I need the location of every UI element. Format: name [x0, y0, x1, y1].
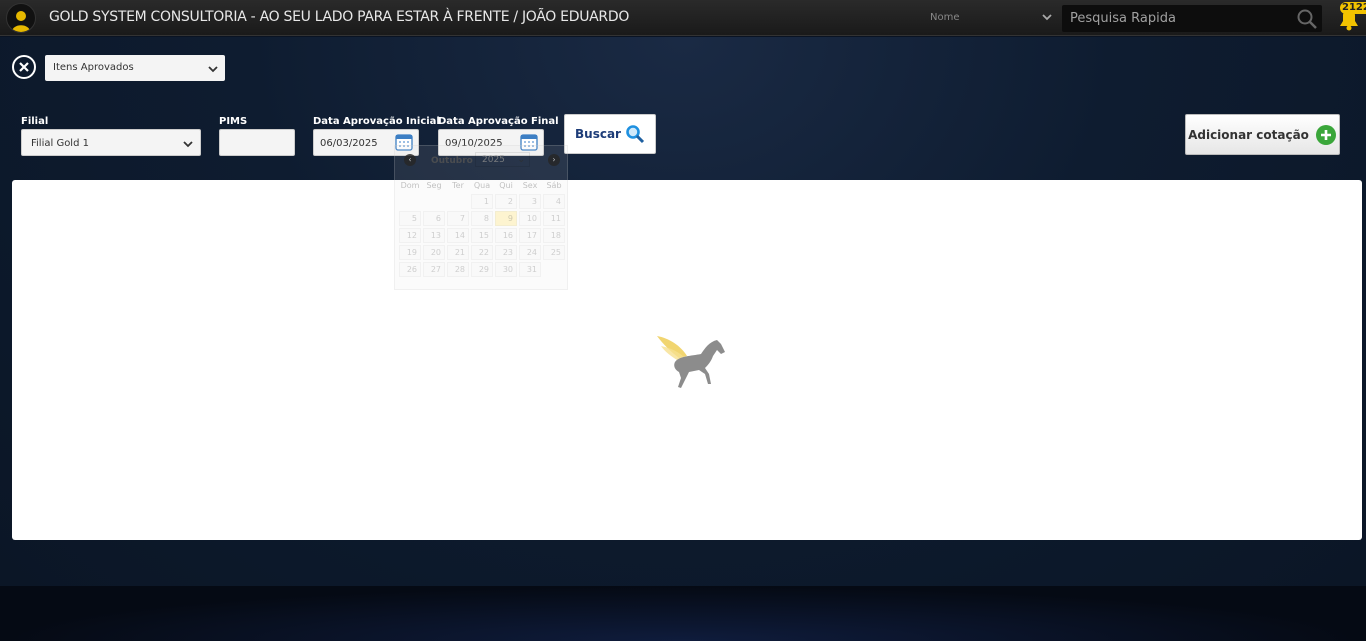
datepicker-week: 19 20 21 22 23 24 25 — [399, 245, 565, 260]
search-input[interactable] — [1062, 5, 1292, 32]
pegasus-loading-icon — [657, 336, 725, 388]
filial-select[interactable]: Filial Gold 1 — [21, 129, 201, 156]
close-icon — [19, 62, 29, 72]
view-select[interactable]: Itens Aprovados — [45, 55, 225, 81]
weekday-header: Qui — [499, 180, 513, 190]
datepicker-day[interactable]: 22 — [471, 245, 493, 260]
datepicker-day[interactable]: 17 — [519, 228, 541, 243]
search-button-label: Buscar — [575, 127, 621, 141]
search-type-value: Nome — [930, 12, 960, 23]
datepicker-day[interactable]: 21 — [447, 245, 469, 260]
datepicker-day[interactable]: 11 — [543, 211, 565, 226]
datepicker-day[interactable]: 10 — [519, 211, 541, 226]
user-avatar[interactable] — [6, 3, 36, 33]
filial-value: Filial Gold 1 — [31, 138, 89, 149]
datepicker-week: 5 6 7 8 9 10 11 — [399, 211, 565, 226]
datepicker-day[interactable]: 18 — [543, 228, 565, 243]
datepicker-week: 1234 — [399, 194, 565, 209]
datepicker-day[interactable]: 26 — [399, 262, 421, 277]
view-select-value: Itens Aprovados — [53, 62, 134, 73]
datepicker-day[interactable]: 1 — [471, 194, 493, 209]
datepicker-day[interactable]: 27 — [423, 262, 445, 277]
add-quote-label: Adicionar cotação — [1188, 127, 1309, 142]
datepicker-day[interactable]: 24 — [519, 245, 541, 260]
date-start-label: Data Aprovação Inicial — [313, 116, 440, 127]
close-button[interactable] — [12, 55, 36, 79]
datepicker-week: 26 27 28 29 30 31 — [399, 262, 565, 277]
footer-background — [0, 586, 1366, 641]
filial-label: Filial — [21, 116, 49, 127]
next-month-button[interactable]: › — [548, 154, 560, 166]
datepicker-day[interactable]: 29 — [471, 262, 493, 277]
datepicker-day[interactable]: 20 — [423, 245, 445, 260]
top-bar: GOLD SYSTEM CONSULTORIA - AO SEU LADO PA… — [0, 0, 1366, 36]
datepicker-day[interactable]: 7 — [447, 211, 469, 226]
date-start-value: 06/03/2025 — [320, 138, 378, 149]
datepicker-day[interactable]: 14 — [447, 228, 469, 243]
datepicker-day[interactable]: 5 — [399, 211, 421, 226]
datepicker-day[interactable]: 4 — [543, 194, 565, 209]
datepicker-popup: ‹ Outubro 2025 ⌄ › Dom Seg Ter Qua Qui Sex Sáb… — [394, 145, 568, 290]
chevron-down-icon: ⌄ — [517, 155, 525, 165]
weekday-header: Dom — [400, 180, 420, 190]
datepicker-empty-cell — [447, 194, 469, 209]
datepicker-day[interactable]: 13 — [423, 228, 445, 243]
weekday-header: Seg — [426, 180, 442, 190]
plus-circle-icon — [1315, 124, 1336, 145]
pims-input[interactable] — [219, 129, 295, 156]
datepicker-empty-cell — [399, 194, 421, 209]
datepicker-day[interactable]: 28 — [447, 262, 469, 277]
datepicker-day[interactable]: 9 — [495, 211, 517, 226]
datepicker-year: 2025 — [482, 155, 505, 165]
datepicker-day[interactable]: 8 — [471, 211, 493, 226]
chevron-down-icon — [183, 141, 193, 148]
datepicker-month: Outubro — [431, 156, 473, 166]
app-title: GOLD SYSTEM CONSULTORIA - AO SEU LADO PA… — [49, 9, 630, 25]
prev-month-button[interactable]: ‹ — [404, 154, 416, 166]
weekday-header: Ter — [452, 180, 464, 190]
datepicker-empty-cell — [423, 194, 445, 209]
datepicker-day[interactable]: 6 — [423, 211, 445, 226]
search-type-select[interactable]: Nome — [924, 6, 1058, 30]
weekday-header: Sáb — [546, 180, 562, 190]
notification-badge: 2122 — [1340, 2, 1366, 14]
datepicker-day[interactable]: 3 — [519, 194, 541, 209]
datepicker-week: 12 13 14 15 16 17 18 — [399, 228, 565, 243]
datepicker-year-select[interactable]: 2025 ⌄ — [475, 152, 530, 167]
datepicker-day[interactable]: 25 — [543, 245, 565, 260]
datepicker-day[interactable]: 23 — [495, 245, 517, 260]
date-end-label: Data Aprovação Final — [438, 116, 559, 127]
datepicker-day[interactable]: 2 — [495, 194, 517, 209]
pims-label: PIMS — [219, 116, 248, 127]
datepicker-day[interactable]: 31 — [519, 262, 541, 277]
magnifier-icon — [626, 125, 645, 144]
search-button[interactable]: Buscar — [564, 114, 656, 154]
user-icon — [12, 11, 30, 32]
weekday-header: Qua — [473, 180, 491, 190]
chevron-down-icon — [208, 66, 218, 73]
datepicker-empty-cell — [543, 262, 565, 277]
add-quote-button[interactable]: Adicionar cotação — [1185, 114, 1340, 155]
datepicker-day[interactable]: 30 — [495, 262, 517, 277]
search-icon[interactable] — [1296, 8, 1318, 30]
datepicker-day[interactable]: 16 — [495, 228, 517, 243]
chevron-down-icon — [1042, 14, 1052, 21]
datepicker-day[interactable]: 19 — [399, 245, 421, 260]
weekday-header: Sex — [522, 180, 538, 190]
datepicker-day[interactable]: 15 — [471, 228, 493, 243]
datepicker-day[interactable]: 12 — [399, 228, 421, 243]
datepicker-grid: Dom Seg Ter Qua Qui Sex Sáb 1 2 3 4 5 6 7 8 9 10 11 12 13 1… — [397, 176, 567, 279]
quick-search — [1062, 5, 1322, 32]
